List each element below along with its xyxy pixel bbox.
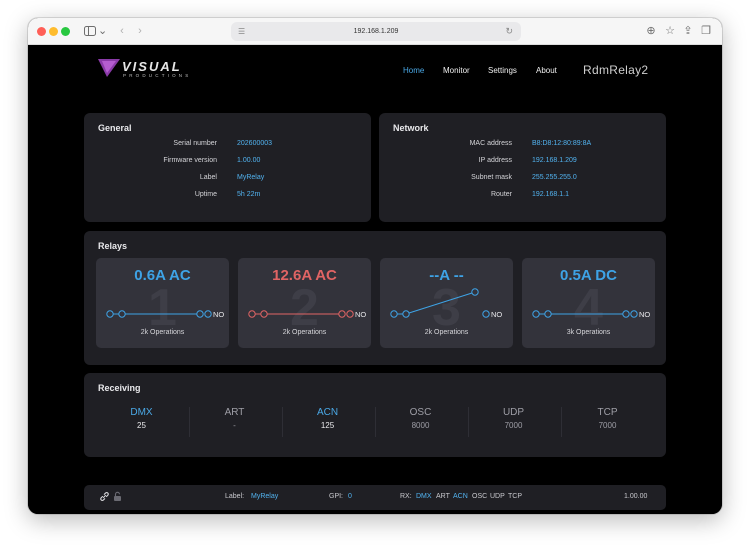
- relays-panel: Relays 1 0.6A AC NO 2k Operations 2 12.6…: [84, 231, 666, 365]
- label-value: MyRelay: [237, 174, 265, 181]
- browser-window: ⌄ ‹ › ☰ 192.168.1.209 ↻ ⊕ ☆ ⇪ ❐ VISUAL P…: [28, 18, 722, 514]
- network-title: Network: [393, 123, 429, 133]
- nav-settings[interactable]: Settings: [488, 66, 517, 75]
- address-text: 192.168.1.209: [353, 28, 399, 35]
- receiving-art: ART -: [188, 407, 281, 430]
- relay-card-4[interactable]: 4 0.5A DC NO 3k Operations: [522, 258, 655, 348]
- relays-title: Relays: [98, 241, 128, 251]
- footer-gpi-value: 0: [348, 493, 352, 500]
- receiving-udp: UDP 7000: [467, 407, 560, 430]
- general-panel: General Serial number 202600003 Firmware…: [84, 113, 371, 222]
- subnet-mask-value: 255.255.255.0: [532, 174, 577, 181]
- footer-rx-art: ART: [436, 493, 450, 500]
- chevron-down-icon[interactable]: ⌄: [98, 23, 107, 39]
- label-label: Label: [199, 174, 217, 181]
- protocol-name: ART: [224, 407, 245, 418]
- protocol-name: ACN: [316, 407, 339, 418]
- general-title: General: [98, 123, 132, 133]
- relay-operations: 2k Operations: [140, 329, 185, 336]
- footer-rx-udp: UDP: [490, 493, 505, 500]
- forward-icon[interactable]: ›: [135, 23, 145, 39]
- relay-contact-label: NO: [355, 310, 367, 319]
- protocol-value: 125: [320, 421, 335, 430]
- footer-gpi-key: GPI:: [329, 493, 344, 500]
- footer-rx-acn: ACN: [453, 493, 468, 500]
- address-bar[interactable]: ☰ 192.168.1.209 ↻: [231, 22, 521, 41]
- ip-address-label: IP address: [478, 157, 512, 164]
- serial-number-value: 202600003: [237, 140, 273, 147]
- mac-address-label: MAC address: [469, 140, 512, 147]
- receiving-acn: ACN 125: [281, 407, 374, 430]
- receiving-tcp: TCP 7000: [561, 407, 654, 430]
- ip-address-value: 192.168.1.209: [532, 157, 577, 164]
- relay-contact-label: NO: [491, 310, 503, 319]
- bookmark-star-icon[interactable]: ☆: [664, 23, 676, 39]
- share-icon[interactable]: ⇪: [682, 23, 694, 39]
- logo-text: VISUAL: [122, 59, 182, 74]
- receiving-dmx: DMX 25: [95, 407, 188, 430]
- footer-rx-dmx: DMX: [416, 493, 432, 500]
- browser-toolbar: ⌄ ‹ › ☰ 192.168.1.209 ↻ ⊕ ☆ ⇪ ❐: [28, 18, 722, 45]
- reload-icon[interactable]: ↻: [505, 22, 513, 41]
- nav-monitor[interactable]: Monitor: [443, 66, 470, 75]
- visual-productions-logo[interactable]: VISUAL PRODUCTIONS: [98, 59, 203, 81]
- page-content: VISUAL PRODUCTIONS Home Monitor Settings…: [28, 45, 722, 514]
- sidebar-icon[interactable]: [80, 23, 100, 39]
- subnet-mask-label: Subnet mask: [471, 174, 512, 181]
- footer-rx-key: RX:: [400, 493, 412, 500]
- router-label: Router: [490, 191, 512, 198]
- footer-label-value: MyRelay: [251, 493, 279, 500]
- protocol-value: 7000: [504, 421, 523, 430]
- status-footer: Label: MyRelay GPI: 0 RX: DMX ART ACN OS…: [84, 485, 666, 510]
- protocol-name: TCP: [597, 407, 618, 418]
- protocol-name: OSC: [409, 407, 432, 418]
- maximize-window-button[interactable]: [61, 27, 70, 36]
- serial-number-label: Serial number: [173, 140, 217, 147]
- relay-operations: 2k Operations: [282, 329, 327, 336]
- footer-rx-osc: OSC: [472, 493, 488, 500]
- mac-address-value: B8:D8:12:80:89:8A: [532, 140, 592, 147]
- router-value: 192.168.1.1: [532, 191, 569, 198]
- back-icon[interactable]: ‹: [117, 23, 127, 39]
- relay-contact-label: NO: [639, 310, 651, 319]
- relay-operations: 3k Operations: [566, 329, 611, 336]
- nav-about[interactable]: About: [536, 66, 557, 75]
- footer-label-key: Label:: [225, 493, 245, 500]
- close-window-button[interactable]: [37, 27, 46, 36]
- footer-rx-tcp: TCP: [508, 493, 522, 500]
- download-icon[interactable]: ⊕: [645, 23, 657, 39]
- protocol-value: 7000: [598, 421, 617, 430]
- uptime-label: Uptime: [194, 191, 217, 198]
- protocol-value: -: [233, 421, 236, 430]
- protocol-name: DMX: [130, 407, 153, 418]
- protocol-name: UDP: [502, 407, 525, 418]
- relay-operations: 2k Operations: [424, 329, 469, 336]
- receiving-osc: OSC 8000: [374, 407, 467, 430]
- link-icon[interactable]: [99, 491, 110, 504]
- protocol-value: 25: [137, 421, 146, 430]
- lock-icon[interactable]: [113, 491, 122, 504]
- firmware-version-label: Firmware version: [163, 157, 217, 164]
- footer-version: 1.00.00: [624, 493, 648, 500]
- receiving-title: Receiving: [98, 383, 141, 393]
- uptime-value: 5h 22m: [237, 191, 261, 198]
- protocol-value: 8000: [411, 421, 430, 430]
- device-name: RdmRelay2: [583, 63, 649, 77]
- receiving-panel: Receiving DMX 25 ART - ACN 125 OSC 8000: [84, 373, 666, 457]
- relay-card-3[interactable]: 3 --A -- NO 2k Operations: [380, 258, 513, 348]
- nav-home[interactable]: Home: [403, 66, 424, 75]
- network-panel: Network MAC address B8:D8:12:80:89:8A IP…: [379, 113, 666, 222]
- relay-card-2[interactable]: 2 12.6A AC NO 2k Operations: [238, 258, 371, 348]
- relay-contact-label: NO: [213, 310, 225, 319]
- minimize-window-button[interactable]: [49, 27, 58, 36]
- logo-subtext: PRODUCTIONS: [123, 73, 192, 78]
- site-info-icon[interactable]: ☰: [238, 22, 245, 41]
- tabs-overview-icon[interactable]: ❐: [700, 23, 712, 39]
- relay-card-1[interactable]: 1 0.6A AC NO 2k Operations: [96, 258, 229, 348]
- firmware-version-value: 1.00.00: [237, 157, 261, 164]
